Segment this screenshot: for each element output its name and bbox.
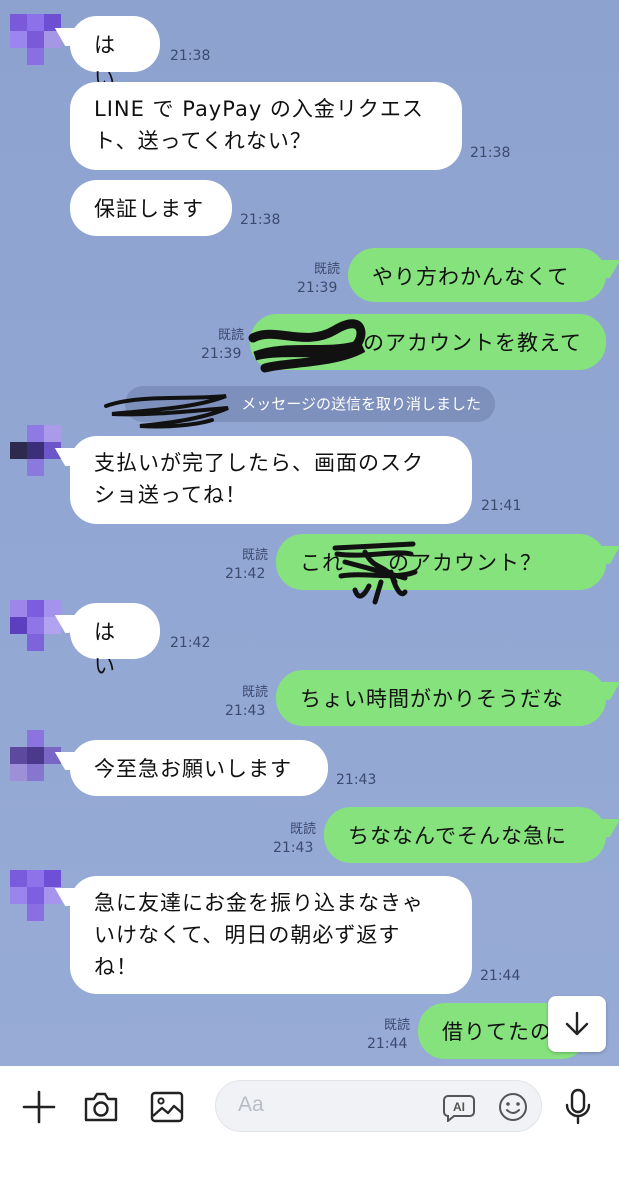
image-icon: [150, 1091, 184, 1123]
read-receipt: 既読: [217, 328, 244, 343]
scroll-to-bottom-button[interactable]: [548, 996, 606, 1052]
message-time: 21:38: [240, 212, 281, 228]
read-receipt: 既読: [241, 548, 268, 563]
read-receipt: 既読: [289, 822, 316, 837]
message-text: やり方わかんなくて: [372, 265, 570, 289]
message-time: 21:44: [480, 968, 521, 984]
avatar[interactable]: [10, 14, 62, 66]
image-button[interactable]: [146, 1086, 188, 1128]
message-time: 21:41: [481, 498, 522, 514]
message-time: 21:43: [273, 840, 314, 856]
message-bubble-outgoing[interactable]: これ のアカウント？: [276, 534, 606, 590]
message-text: ちょい時間がかりそうだな: [300, 687, 564, 711]
microphone-button[interactable]: [558, 1086, 598, 1128]
message-bubble-outgoing[interactable]: のアカウントを教えて: [250, 314, 606, 370]
message-time: 21:42: [225, 566, 266, 582]
microphone-icon: [565, 1088, 591, 1125]
message-bubble-incoming[interactable]: 保証します: [70, 180, 232, 236]
message-time: 21:42: [170, 635, 211, 651]
system-notice: メッセージの送信を取り消しました: [125, 386, 495, 422]
message-time: 21:44: [367, 1036, 408, 1052]
message-composer: Aa AI: [0, 1066, 619, 1200]
emoji-icon: [499, 1093, 527, 1121]
message-text-line: LINE で PayPay の入金リクエス: [94, 97, 424, 121]
avatar[interactable]: [10, 600, 62, 652]
ai-icon: AI: [443, 1095, 475, 1122]
message-text-line: ト、送ってくれない？: [94, 129, 312, 153]
message-bubble-incoming[interactable]: 急に友達にお金を振り込まなきゃ いけなくて、明日の朝必ず返す ね！: [70, 876, 472, 994]
message-time: 21:38: [470, 145, 511, 161]
read-receipt: 既読: [313, 262, 340, 277]
message-time: 21:39: [201, 346, 242, 362]
message-text: 保証します: [94, 197, 204, 221]
read-receipt: 既読: [241, 685, 268, 700]
avatar[interactable]: [10, 870, 62, 922]
chat-area[interactable]: はい 21:38 LINE で PayPay の入金リクエス ト、送ってくれない？…: [0, 0, 619, 1066]
message-text: はい: [94, 620, 116, 678]
message-input[interactable]: Aa AI: [215, 1080, 542, 1132]
message-time: 21:43: [336, 772, 377, 788]
message-bubble-outgoing[interactable]: ちょい時間がかりそうだな: [276, 670, 606, 726]
message-bubble-outgoing[interactable]: ちななんでそんな急に: [324, 807, 606, 863]
message-text: 今至急お願いします: [94, 757, 292, 781]
avatar[interactable]: [10, 730, 62, 782]
message-bubble-outgoing[interactable]: やり方わかんなくて: [348, 248, 606, 302]
message-text-line: ね！: [94, 955, 138, 979]
message-bubble-incoming[interactable]: はい: [70, 603, 160, 678]
message-time: 21:43: [225, 703, 266, 719]
message-text-line: いけなくて、明日の朝必ず返す: [94, 923, 401, 947]
message-text-line: 急に友達にお金を振り込まなきゃ: [94, 891, 424, 915]
message-text: 借りてたの: [442, 1020, 552, 1044]
message-text: これ のアカウント？: [300, 551, 542, 575]
system-notice-text: メッセージの送信を取り消しました: [241, 395, 481, 413]
message-bubble-incoming[interactable]: はい: [70, 16, 160, 91]
plus-icon: [22, 1090, 56, 1124]
message-bubble-incoming[interactable]: LINE で PayPay の入金リクエス ト、送ってくれない？: [70, 82, 462, 170]
message-time: 21:38: [170, 48, 211, 64]
message-input-placeholder: Aa: [238, 1093, 264, 1116]
message-time: 21:39: [297, 280, 338, 296]
message-text-line: 支払いが完了したら、画面のスク: [94, 451, 424, 475]
message-text: ちななんでそんな急に: [348, 824, 567, 848]
avatar[interactable]: [10, 425, 62, 477]
arrow-down-icon: [565, 1011, 589, 1036]
read-receipt: 既読: [383, 1018, 410, 1033]
message-text-line: ショ送ってね！: [94, 483, 247, 507]
emoji-button[interactable]: [496, 1090, 530, 1124]
message-bubble-incoming[interactable]: 支払いが完了したら、画面のスク ショ送ってね！: [70, 436, 472, 524]
message-text: のアカウントを教えて: [363, 331, 582, 355]
camera-icon: [84, 1092, 118, 1122]
ai-label: AI: [453, 1100, 465, 1114]
plus-button[interactable]: [18, 1086, 60, 1128]
message-bubble-incoming[interactable]: 今至急お願いします: [70, 740, 328, 796]
camera-button[interactable]: [80, 1086, 122, 1128]
ai-button[interactable]: AI: [442, 1090, 476, 1124]
